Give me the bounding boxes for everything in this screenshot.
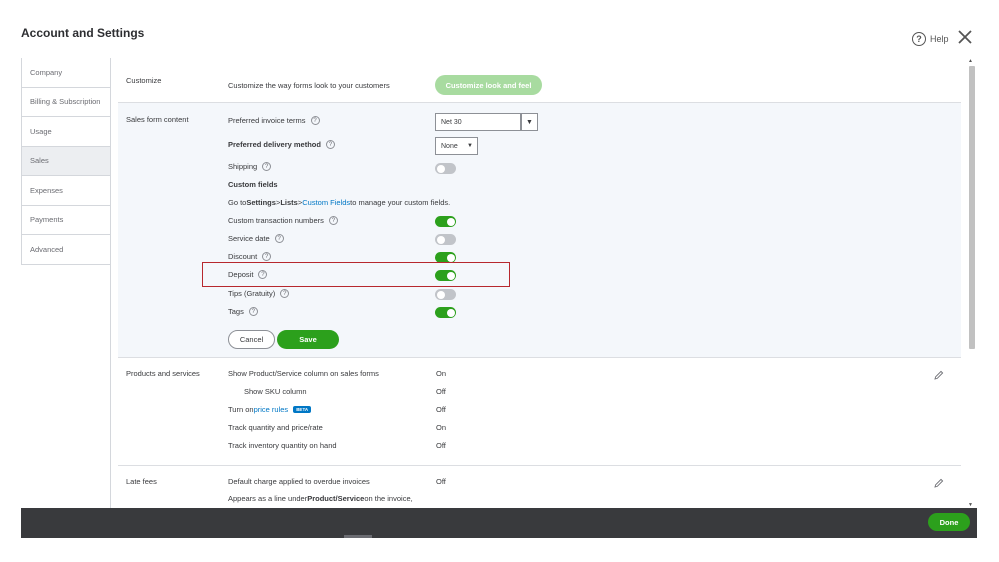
sidebar-item-usage[interactable]: Usage	[21, 117, 110, 147]
service-date-toggle[interactable]	[435, 234, 456, 245]
delivery-method-row: Preferred delivery method ?	[228, 140, 335, 149]
tips-toggle[interactable]	[435, 289, 456, 300]
sku-col-value: Off	[436, 387, 446, 396]
beta-badge: BETA	[293, 406, 312, 413]
custom-fields-help: Go to Settings > Lists > Custom Fields t…	[228, 198, 451, 207]
delivery-method-select[interactable]: None ▼	[435, 137, 478, 155]
custom-txn-row: Custom transaction numbers ?	[228, 216, 338, 225]
info-icon[interactable]: ?	[274, 234, 284, 243]
customize-description: Customize the way forms look to your cus…	[228, 81, 390, 90]
close-icon[interactable]	[956, 28, 974, 46]
footer-tab-indicator	[344, 535, 372, 538]
invoice-terms-row: Preferred invoice terms ?	[228, 116, 320, 125]
show-product-col-row: Show Product/Service column on sales for…	[228, 369, 379, 378]
sales-form-label: Sales form content	[126, 115, 189, 124]
deposit-highlight-box	[202, 262, 510, 287]
products-section: Products and services Show Product/Servi…	[118, 358, 961, 466]
late-fees-section: Late fees Default charge applied to over…	[118, 466, 961, 508]
price-rules-link[interactable]: price rules	[254, 405, 289, 414]
track-inventory-value: Off	[436, 441, 446, 450]
pencil-icon[interactable]	[934, 370, 944, 380]
settings-sidebar: Company Billing & Subscription Usage Sal…	[21, 58, 111, 508]
settings-content: Customize Customize the way forms look t…	[118, 58, 961, 508]
show-product-col-value: On	[436, 369, 447, 378]
sidebar-item-sales[interactable]: Sales	[21, 146, 110, 176]
late-fees-label: Late fees	[126, 477, 157, 486]
late-fee-default-value: Off	[436, 477, 446, 486]
scroll-thumb[interactable]	[969, 66, 975, 349]
sidebar-item-company[interactable]: Company	[21, 58, 110, 88]
track-qty-row: Track quantity and price/rate	[228, 423, 323, 432]
discount-row: Discount ?	[228, 252, 272, 261]
products-label: Products and services	[126, 369, 200, 378]
info-icon[interactable]: ?	[280, 289, 290, 298]
sidebar-item-advanced[interactable]: Advanced	[21, 235, 110, 265]
service-date-row: Service date ?	[228, 234, 284, 243]
tags-toggle[interactable]	[435, 307, 456, 318]
custom-fields-heading: Custom fields	[228, 180, 278, 189]
invoice-terms-select[interactable]: Net 30	[435, 113, 521, 131]
info-icon[interactable]: ?	[248, 307, 258, 316]
tips-row: Tips (Gratuity) ?	[228, 289, 290, 298]
shipping-toggle[interactable]	[435, 163, 456, 174]
price-rules-row: Turn on price rules BETA	[228, 405, 312, 414]
scroll-up-icon[interactable]: ▲	[968, 58, 973, 64]
shipping-row: Shipping ?	[228, 162, 272, 171]
cancel-button[interactable]: Cancel	[228, 330, 275, 349]
sales-form-section: Sales form content Preferred invoice ter…	[118, 103, 961, 358]
pencil-icon[interactable]	[934, 478, 944, 488]
help-button[interactable]: ? Help	[912, 32, 949, 46]
info-icon[interactable]: ?	[262, 252, 272, 261]
sidebar-item-billing[interactable]: Billing & Subscription	[21, 87, 110, 117]
info-icon[interactable]: ?	[328, 216, 338, 225]
invoice-terms-dropdown[interactable]: ▼	[521, 113, 538, 131]
info-icon[interactable]: ?	[310, 116, 320, 125]
page-title: Account and Settings	[21, 26, 145, 40]
sku-col-row: Show SKU column	[244, 387, 307, 396]
tags-row: Tags ?	[228, 307, 258, 316]
vertical-scrollbar[interactable]: ▲ ▼	[968, 58, 976, 508]
customize-section: Customize Customize the way forms look t…	[118, 58, 961, 103]
customize-look-button[interactable]: Customize look and feel	[435, 75, 542, 95]
help-label: Help	[930, 34, 949, 44]
caret-down-icon: ▼	[526, 118, 533, 126]
done-button[interactable]: Done	[928, 513, 970, 531]
track-qty-value: On	[436, 423, 447, 432]
late-fee-default-row: Default charge applied to overdue invoic…	[228, 477, 370, 486]
price-rules-value: Off	[436, 405, 446, 414]
custom-fields-link[interactable]: Custom Fields	[302, 198, 350, 207]
footer-bar: Done	[21, 508, 977, 538]
customize-label: Customize	[126, 76, 162, 85]
info-icon[interactable]: ?	[262, 162, 272, 171]
info-icon[interactable]: ?	[325, 140, 335, 149]
custom-txn-toggle[interactable]	[435, 216, 456, 227]
sidebar-item-expenses[interactable]: Expenses	[21, 176, 110, 206]
help-icon: ?	[912, 32, 926, 46]
sidebar-item-payments[interactable]: Payments	[21, 205, 110, 235]
save-button[interactable]: Save	[277, 330, 339, 349]
caret-down-icon: ▼	[467, 143, 473, 149]
late-fee-appears-row: Appears as a line under Product/Service …	[228, 494, 413, 503]
track-inventory-row: Track inventory quantity on hand	[228, 441, 337, 450]
